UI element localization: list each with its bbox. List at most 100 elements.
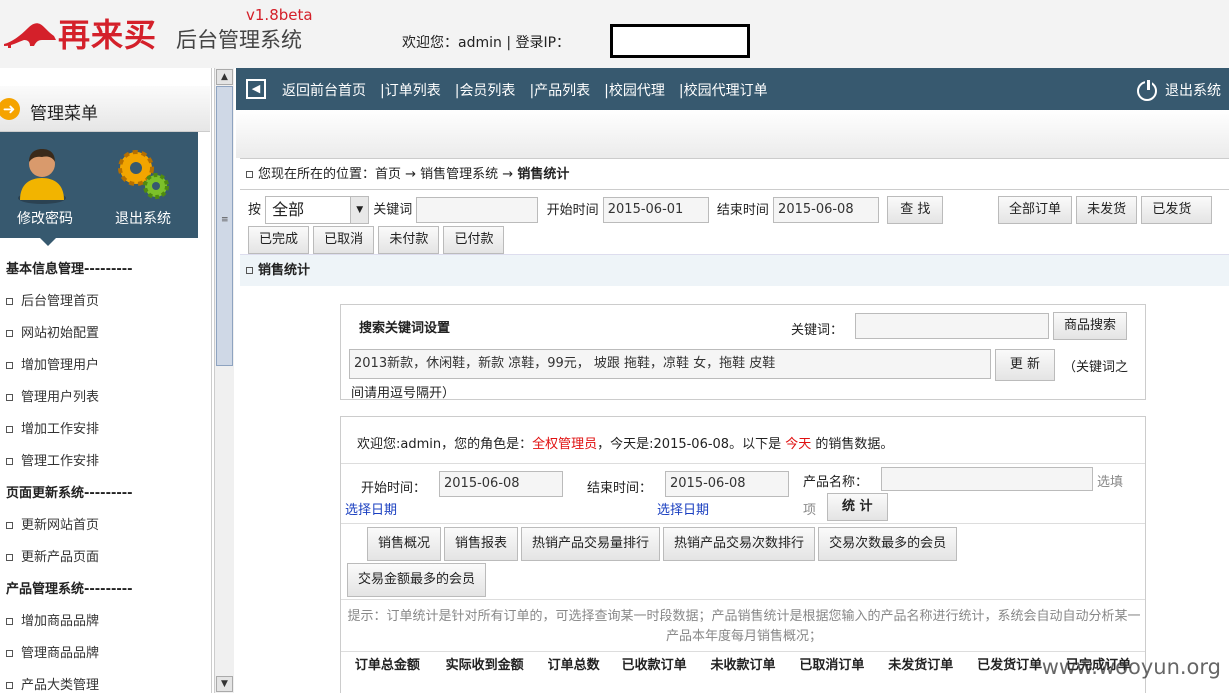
stats-tab[interactable]: 销售报表 xyxy=(444,527,519,561)
sidebar-item[interactable]: 更新网站首页 xyxy=(0,510,210,542)
logout-link[interactable]: 退出系统 xyxy=(1137,80,1221,101)
stats-table: 订单总金额 实际收到金额 订单总数 已收款订单 未收款订单 已取消订单 未发货订单 已发货订单… xyxy=(343,657,1143,693)
divider xyxy=(341,651,1145,652)
square-bullet-icon xyxy=(6,458,13,465)
unpaid-button[interactable]: 未付款 xyxy=(378,226,440,254)
stats-tab[interactable]: 销售概况 xyxy=(367,527,442,561)
version-label: v1.8beta xyxy=(246,6,313,24)
keywords-hint: （关键词之 xyxy=(1063,360,1129,375)
panel-notch xyxy=(40,238,56,246)
main-content: 您现在所在的位置：首页 → 销售管理系统 → 销售统计 按 全部 ▼ 关键词 开始… xyxy=(240,158,1229,693)
stat-end-input[interactable]: 2015-06-08 xyxy=(665,471,789,497)
sidebar-item[interactable]: 管理工作安排 xyxy=(0,446,210,478)
scroll-down-icon[interactable]: ▼ xyxy=(216,676,233,692)
brand-name: 再来买 xyxy=(58,16,158,54)
sidebar-group-heading: 页面更新系统--------- xyxy=(6,486,133,501)
nav-link[interactable]: 校园代理 xyxy=(609,83,665,99)
sidebar-item[interactable]: 网站初始配置 xyxy=(0,318,210,350)
search-button[interactable]: 查 找 xyxy=(887,196,944,224)
high-heel-icon xyxy=(4,23,56,48)
shortcut-panel: 修改密码 退出系统 xyxy=(0,132,198,246)
keywords-input[interactable]: 2013新款，休闲鞋，新款 凉鞋，99元， 坡跟 拖鞋，凉鞋 女，拖鞋 皮鞋 xyxy=(349,349,991,379)
stats-tab[interactable]: 交易次数最多的会员 xyxy=(818,527,958,561)
back-icon[interactable]: ◀ xyxy=(246,79,266,99)
stats-tab[interactable]: 交易金额最多的会员 xyxy=(347,563,487,597)
square-bullet-icon xyxy=(6,426,13,433)
product-name-label: 产品名称： xyxy=(803,475,869,490)
divider xyxy=(341,523,1145,524)
by-label: 按 xyxy=(248,202,262,218)
column-header: 未发货订单 xyxy=(888,658,954,673)
stats-tabs: 销售概况 销售报表 热销产品交易量排行 热销产品交易次数排行 交易次数最多的会员 xyxy=(367,527,960,561)
top-header: 再来买 后台管理系统 v1.8beta 欢迎您：admin | 登录IP： xyxy=(0,0,1229,68)
sidebar-item[interactable]: 管理商品品牌 xyxy=(0,638,210,670)
nav-links: 返回前台首页 |订单列表 |会员列表 |产品列表 |校园代理 |校园代理订单 xyxy=(282,80,768,100)
column-header: 订单总数 xyxy=(547,658,600,673)
keywords-hint-cont: 间请用逗号隔开） xyxy=(351,386,456,401)
product-name-input[interactable] xyxy=(881,467,1093,491)
square-bullet-icon xyxy=(6,650,13,657)
update-button[interactable]: 更 新 xyxy=(995,349,1055,381)
cancelled-button[interactable]: 已取消 xyxy=(313,226,375,254)
tip-text: 提示：订单统计是针对所有订单的，可选择查询某一时段数据；产品销售统计是根据您输入… xyxy=(347,609,1141,644)
power-icon xyxy=(1137,80,1157,101)
welcome-text: 欢迎您：admin | 登录IP： xyxy=(402,35,571,51)
change-password-shortcut[interactable]: 修改密码 xyxy=(0,142,90,232)
sidebar-item[interactable]: 增加管理用户 xyxy=(0,350,210,382)
square-bullet-icon xyxy=(6,618,13,625)
start-time-label: 开始时间 xyxy=(546,202,599,218)
greeting-text: 欢迎您:admin，您的角色是：全权管理员，今天是:2015-06-08。以下是… xyxy=(357,437,894,452)
nav-link[interactable]: 订单列表 xyxy=(385,83,441,99)
square-bullet-icon xyxy=(6,554,13,561)
nav-link[interactable]: 校园代理订单 xyxy=(684,83,768,99)
product-search-button[interactable]: 商品搜索 xyxy=(1053,312,1128,340)
nav-link[interactable]: 会员列表 xyxy=(459,83,515,99)
stats-tab[interactable]: 热销产品交易次数排行 xyxy=(663,527,816,561)
scroll-thumb[interactable]: ≡ xyxy=(216,86,233,366)
sales-stats-box: 欢迎您:admin，您的角色是：全权管理员，今天是:2015-06-08。以下是… xyxy=(340,416,1146,693)
chevron-down-icon: ▼ xyxy=(350,197,369,223)
column-header: 订单总金额 xyxy=(354,658,420,673)
top-nav-bar: ◀ 返回前台首页 |订单列表 |会员列表 |产品列表 |校园代理 |校园代理订单 退出系统 xyxy=(236,68,1229,110)
all-orders-button[interactable]: 全部订单 xyxy=(998,196,1073,224)
optional-hint-cont: 项 xyxy=(803,503,817,518)
sidebar-item[interactable]: 产品大类管理 xyxy=(0,670,210,693)
end-time-label: 结束时间 xyxy=(716,202,769,218)
stat-button[interactable]: 统 计 xyxy=(827,493,888,521)
stat-start-input[interactable]: 2015-06-08 xyxy=(439,471,563,497)
nav-link[interactable]: 返回前台首页 xyxy=(282,83,366,99)
paid-button[interactable]: 已付款 xyxy=(443,226,505,254)
square-bullet-icon xyxy=(6,330,13,337)
completed-button[interactable]: 已完成 xyxy=(248,226,310,254)
arrow-right-icon: ➜ xyxy=(0,98,20,120)
sidebar-scrollbar[interactable]: ▲ ≡ ▼ xyxy=(214,68,234,693)
keyword-search-input[interactable] xyxy=(855,313,1049,339)
keyword-input[interactable] xyxy=(416,197,539,223)
unshipped-button[interactable]: 未发货 xyxy=(1076,196,1138,224)
optional-hint: 选填 xyxy=(1097,475,1124,490)
keyword-settings-box: 搜索关键词设置 关键词： 商品搜索 2013新款，休闲鞋，新款 凉鞋，99元， … xyxy=(340,304,1146,401)
sidebar-nav: 基本信息管理--------- 后台管理首页 网站初始配置 增加管理用户 管理用户列表增… xyxy=(0,254,210,693)
logout-shortcut[interactable]: 退出系统 xyxy=(98,142,188,232)
keyword-label: 关键词 xyxy=(373,202,413,218)
end-date-picker-link[interactable]: 选择日期 xyxy=(657,499,709,518)
end-time-input[interactable]: 2015-06-08 xyxy=(773,197,880,223)
scroll-up-icon[interactable]: ▲ xyxy=(216,69,233,85)
sidebar-item[interactable]: 增加商品品牌 xyxy=(0,606,210,638)
column-header: 已发货订单 xyxy=(977,658,1043,673)
divider xyxy=(341,463,1145,464)
filter-select[interactable]: 全部 ▼ xyxy=(265,196,370,224)
start-time-input[interactable]: 2015-06-01 xyxy=(602,197,709,223)
start-date-picker-link[interactable]: 选择日期 xyxy=(345,499,397,518)
sidebar-item[interactable]: 更新产品页面 xyxy=(0,542,210,574)
stats-tabs-row2: 交易金额最多的会员 xyxy=(347,563,489,597)
nav-link[interactable]: 产品列表 xyxy=(534,83,590,99)
sidebar-item[interactable]: 增加工作安排 xyxy=(0,414,210,446)
column-header: 未收款订单 xyxy=(710,658,776,673)
stats-tab[interactable]: 热销产品交易量排行 xyxy=(521,527,661,561)
shipped-button[interactable]: 已发货 xyxy=(1141,196,1213,224)
logo: 再来买 后台管理系统 v1.8beta xyxy=(2,6,322,56)
sidebar-item[interactable]: 管理用户列表 xyxy=(0,382,210,414)
sidebar-item[interactable]: 后台管理首页 xyxy=(0,286,210,318)
column-header: 已收款订单 xyxy=(621,658,687,673)
